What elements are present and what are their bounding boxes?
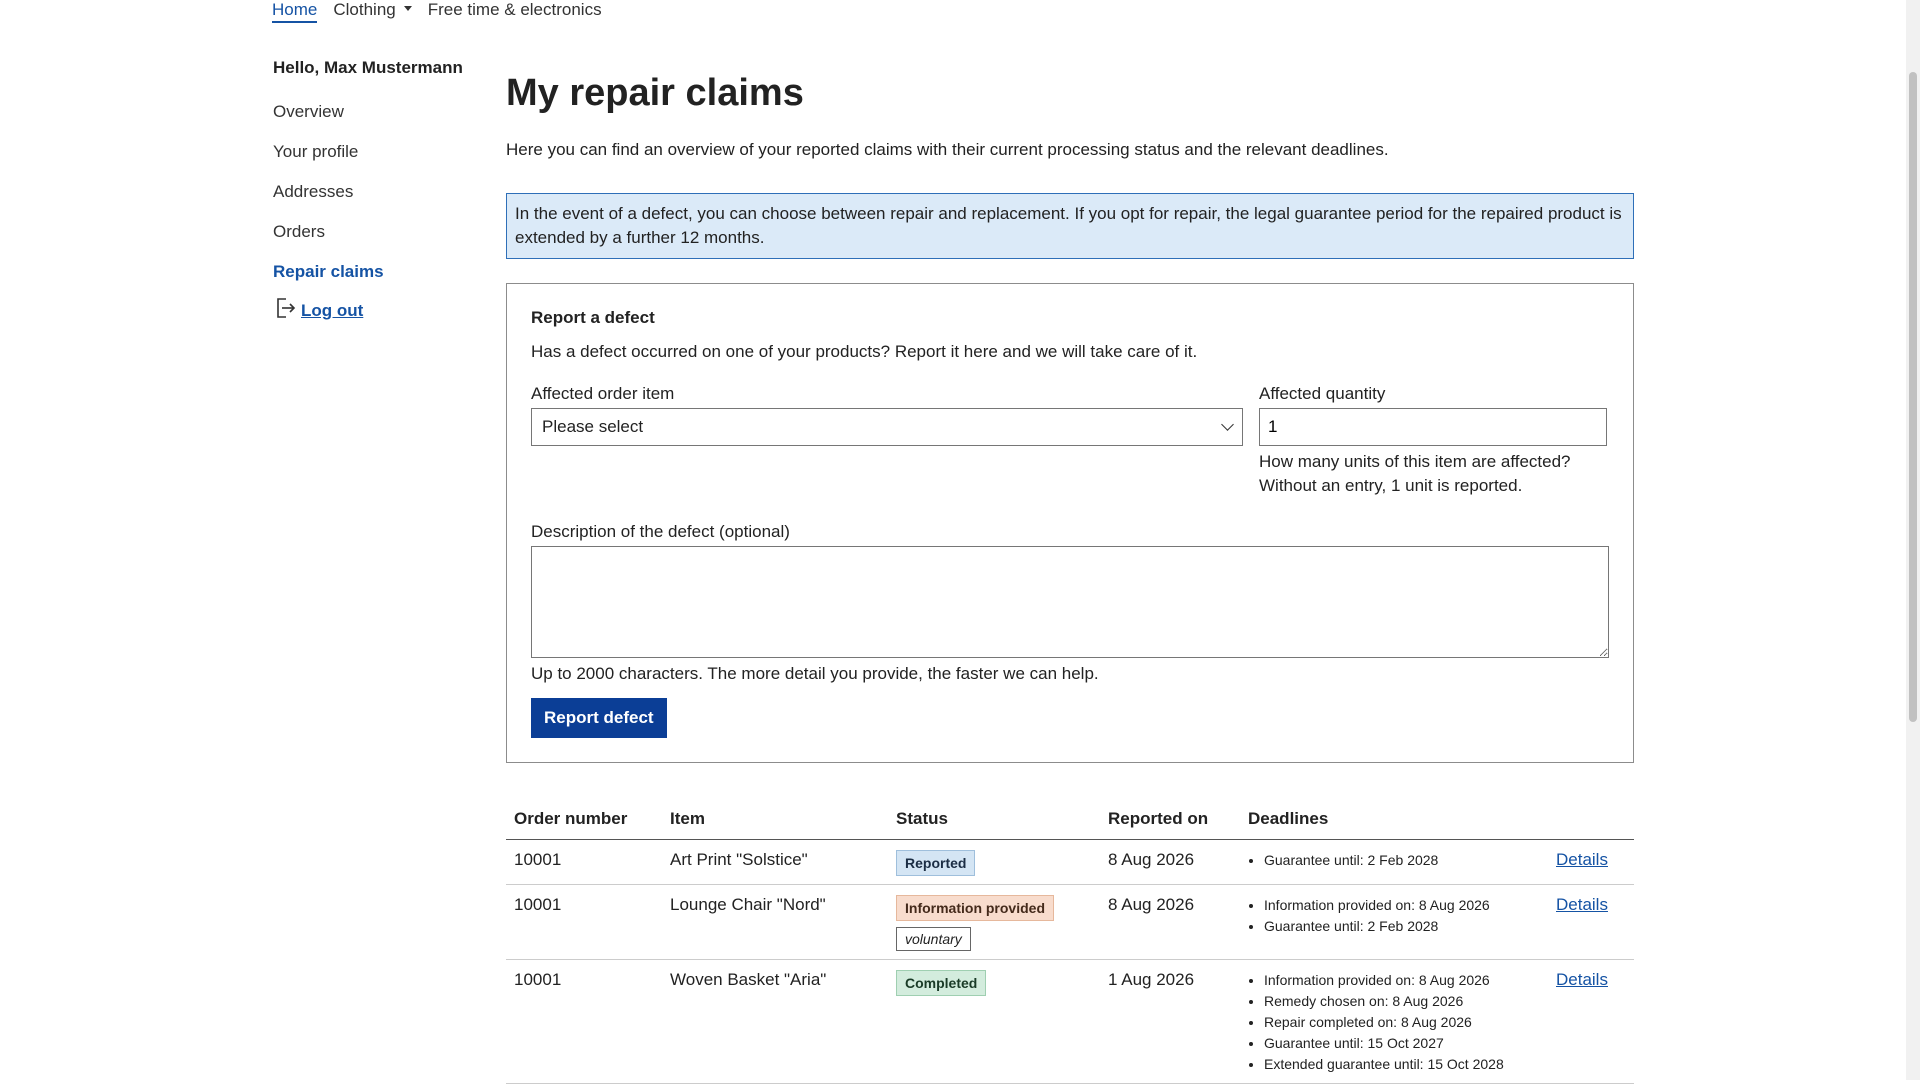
description-hint: Up to 2000 characters. The more detail y… [531, 664, 1099, 683]
deadline-item: Information provided on: 8 Aug 2026 [1264, 970, 1540, 991]
cell-reported: 1 Aug 2026 [1100, 959, 1240, 1084]
col-deadlines: Deadlines [1240, 801, 1548, 840]
deadline-item: Guarantee until: 2 Feb 2028 [1264, 916, 1540, 937]
nav-clothing-label: Clothing [333, 0, 396, 19]
deadline-item: Repair completed on: 8 Aug 2026 [1264, 1012, 1540, 1033]
table-header-row: Order number Item Status Reported on Dea… [506, 801, 1634, 840]
quantity-hint: How many units of this item are affected… [1259, 450, 1607, 498]
cell-deadlines: Information provided on: 8 Aug 2026 Reme… [1240, 959, 1548, 1084]
col-item: Item [662, 801, 888, 840]
cell-details: Details [1548, 884, 1634, 960]
details-link[interactable]: Details [1556, 895, 1608, 914]
claims-table: Order number Item Status Reported on Dea… [506, 801, 1634, 1084]
deadline-list: Guarantee until: 2 Feb 2028 [1248, 850, 1540, 871]
cell-deadlines: Information provided on: 8 Aug 2026 Guar… [1240, 884, 1548, 960]
form-row: Affected order item Please select Affect… [531, 384, 1609, 498]
status-badge: Information provided [896, 895, 1054, 921]
col-actions [1548, 801, 1634, 840]
cell-details: Details [1548, 959, 1634, 1084]
table-row: 10001 Art Print "Solstice" Reported 8 Au… [506, 839, 1634, 885]
col-order-number: Order number [506, 801, 662, 840]
form-description: Has a defect occurred on one of your pro… [531, 342, 1198, 361]
main-content: My repair claims Here you can find an ov… [506, 66, 1634, 1084]
info-notice: In the event of a defect, you can choose… [506, 193, 1634, 259]
sidebar-item-profile[interactable]: Your profile [273, 142, 473, 162]
col-reported-on: Reported on [1100, 801, 1240, 840]
nav-free-time-electronics[interactable]: Free time & electronics [428, 0, 602, 20]
order-item-label: Affected order item [531, 384, 675, 403]
cell-status: Reported [888, 839, 1100, 885]
voluntary-tag: voluntary [896, 927, 971, 951]
cell-item: Lounge Chair "Nord" [662, 884, 888, 960]
sidebar-item-overview[interactable]: Overview [273, 102, 473, 122]
greeting: Hello, Max Mustermann [273, 58, 463, 77]
sidebar-item-repair-claims[interactable]: Repair claims [273, 262, 473, 282]
quantity-label: Affected quantity [1259, 384, 1386, 403]
page-intro: Here you can find an overview of your re… [506, 140, 1389, 159]
quantity-input[interactable] [1259, 408, 1607, 446]
quantity-group: Affected quantity How many units of this… [1259, 384, 1607, 498]
sidebar-item-addresses[interactable]: Addresses [273, 182, 473, 202]
deadline-item: Extended guarantee until: 15 Oct 2028 [1264, 1054, 1540, 1075]
cell-deadlines: Guarantee until: 2 Feb 2028 [1240, 839, 1548, 885]
cell-order: 10001 [506, 959, 662, 1084]
page-scrollbar[interactable] [1906, 0, 1920, 1080]
logout-row: Log out [273, 296, 473, 326]
logout-link[interactable]: Log out [301, 301, 363, 321]
status-badge: Reported [896, 850, 976, 876]
report-defect-card: Report a defect Has a defect occurred on… [506, 283, 1634, 763]
chevron-down-icon [1221, 418, 1234, 431]
order-item-value: Please select [542, 417, 644, 436]
caret-down-icon [403, 6, 412, 12]
table-row: 10001 Woven Basket "Aria" Completed 1 Au… [506, 959, 1634, 1084]
deadline-item: Remedy chosen on: 8 Aug 2026 [1264, 991, 1540, 1012]
cell-order: 10001 [506, 839, 662, 885]
nav-clothing[interactable]: Clothing [333, 0, 412, 20]
description-textarea[interactable] [531, 546, 1609, 658]
page-title: My repair claims [506, 72, 804, 114]
order-item-select[interactable]: Please select [531, 408, 1243, 446]
top-navigation: Home Clothing Free time & electronics [272, 0, 602, 26]
deadline-list: Information provided on: 8 Aug 2026 Guar… [1248, 895, 1540, 937]
scrollbar-thumb[interactable] [1909, 72, 1917, 722]
deadline-item: Guarantee until: 2 Feb 2028 [1264, 850, 1540, 871]
details-link[interactable]: Details [1556, 850, 1608, 869]
table-row: 10001 Lounge Chair "Nord" Information pr… [506, 884, 1634, 960]
cell-status: Completed [888, 959, 1100, 1084]
status-badge: Completed [896, 970, 987, 996]
form-heading: Report a defect [531, 308, 655, 327]
cell-details: Details [1548, 839, 1634, 885]
cell-item: Art Print "Solstice" [662, 839, 888, 885]
deadline-list: Information provided on: 8 Aug 2026 Reme… [1248, 970, 1540, 1075]
cell-reported: 8 Aug 2026 [1100, 884, 1240, 960]
account-sidebar: Hello, Max Mustermann Overview Your prof… [273, 58, 473, 326]
cell-reported: 8 Aug 2026 [1100, 839, 1240, 885]
description-label: Description of the defect (optional) [531, 522, 790, 541]
details-link[interactable]: Details [1556, 970, 1608, 989]
sidebar-item-orders[interactable]: Orders [273, 222, 473, 242]
nav-home[interactable]: Home [272, 0, 318, 23]
cell-status: Information provided voluntary [888, 884, 1100, 960]
col-status: Status [888, 801, 1100, 840]
report-defect-button[interactable]: Report defect [531, 698, 667, 738]
deadline-item: Information provided on: 8 Aug 2026 [1264, 895, 1540, 916]
order-item-group: Affected order item Please select [531, 384, 1243, 498]
quantity-hint-line1: How many units of this item are affected… [1259, 452, 1571, 471]
quantity-hint-line2: Without an entry, 1 unit is reported. [1259, 476, 1523, 495]
deadline-item: Guarantee until: 15 Oct 2027 [1264, 1033, 1540, 1054]
cell-order: 10001 [506, 884, 662, 960]
logout-icon[interactable] [273, 296, 297, 326]
cell-item: Woven Basket "Aria" [662, 959, 888, 1084]
